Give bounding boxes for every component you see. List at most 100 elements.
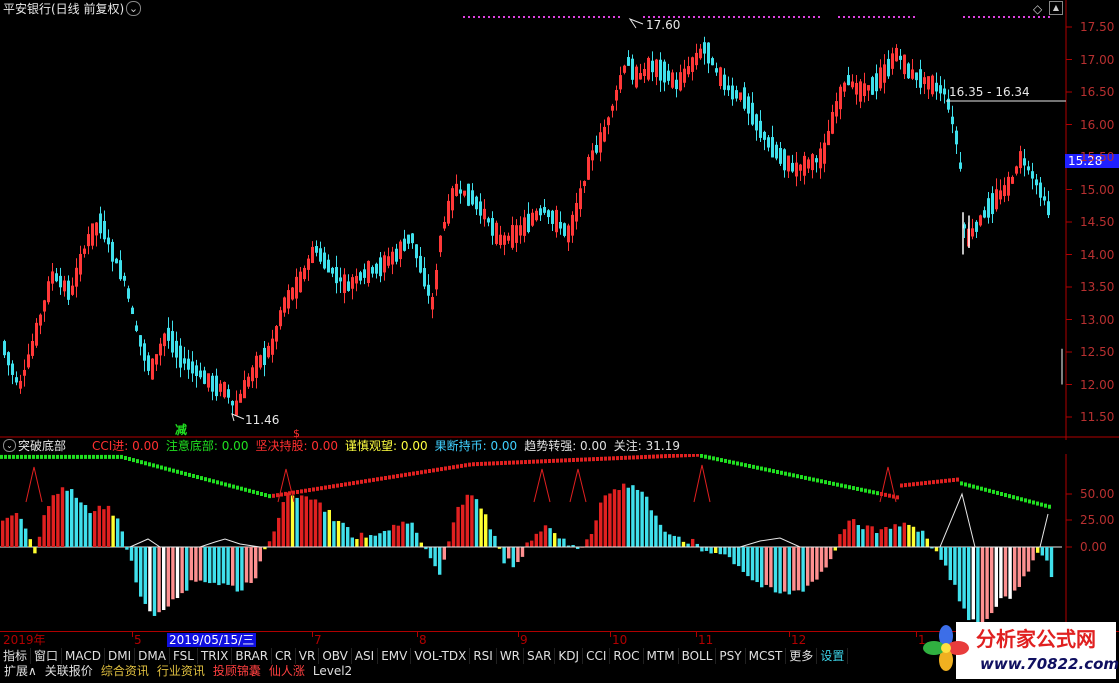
trend-dot [640, 455, 643, 460]
indicator-button-sar[interactable]: SAR [524, 647, 556, 664]
indicator-button-设置[interactable]: 设置 [817, 647, 849, 664]
indicator-button-dma[interactable]: DMA [135, 647, 170, 664]
chart-dropdown-icon[interactable]: ⌄ [126, 1, 141, 16]
indicator-button-roc[interactable]: ROC [610, 647, 644, 664]
month-tick [132, 632, 133, 637]
candle [215, 368, 218, 401]
indicator-button-mtm[interactable]: MTM [644, 647, 679, 664]
trend-dot [600, 456, 603, 461]
trend-dot [400, 473, 403, 478]
candlestick-chart[interactable] [0, 0, 1119, 440]
indicator-button-窗口[interactable]: 窗口 [31, 647, 63, 664]
indicator-bar [787, 547, 791, 595]
trend-dot [352, 481, 355, 486]
indicator-button-dmi[interactable]: DMI [105, 647, 136, 664]
indicator-bar [290, 495, 295, 547]
collapse-icon[interactable]: ⌄ [3, 439, 16, 452]
bottom-tab-2[interactable]: 综合资讯 [97, 664, 153, 679]
indicator-button-trix[interactable]: TRIX [198, 647, 233, 664]
signal-dot [463, 16, 465, 18]
indicator-bar [534, 533, 538, 547]
indicator-button-asi[interactable]: ASI [352, 647, 379, 664]
bottom-tab-1[interactable]: 关联报价 [41, 664, 97, 679]
indicator-bar [258, 547, 262, 562]
candle [919, 59, 922, 95]
indicator-bar [842, 529, 847, 547]
indicator-bar [1008, 547, 1012, 599]
indicator-bar [806, 547, 810, 586]
candle [47, 276, 50, 305]
price-tick-label: 16.00 [1080, 117, 1115, 132]
trend-dot [424, 469, 427, 474]
indicator-button-cr[interactable]: CR [272, 647, 296, 664]
indicator-bar [649, 510, 653, 547]
indicator-bar [474, 499, 479, 547]
signal-dot [683, 16, 685, 18]
bottom-tab-5[interactable]: 仙人涨 [265, 664, 309, 679]
indicator-button-rsi[interactable]: RSI [470, 647, 497, 664]
trend-dot [252, 489, 255, 494]
bottom-tab-0[interactable]: 扩展∧ [0, 664, 41, 679]
indicator-button-obv[interactable]: OBV [319, 647, 352, 664]
trend-dot [860, 487, 863, 492]
indicator-bar [185, 547, 189, 591]
indicator-bar [870, 526, 874, 547]
signal-dot [903, 16, 905, 18]
diamond-icon[interactable]: ◇ [1033, 2, 1042, 16]
signal-dot [563, 16, 565, 18]
candle [283, 296, 286, 317]
scroll-up-icon[interactable]: ▲ [1049, 1, 1063, 15]
trend-dot [836, 482, 839, 487]
trend-dot [612, 456, 615, 461]
trend-dot [248, 488, 251, 493]
trend-dot [232, 484, 235, 489]
trend-dot [960, 481, 963, 486]
candle [715, 62, 718, 76]
candle [951, 105, 954, 134]
bottom-tab-3[interactable]: 行业资讯 [153, 664, 209, 679]
indicator-button-指标[interactable]: 指标 [0, 647, 32, 664]
indicator-button-brar[interactable]: BRAR [232, 647, 273, 664]
trend-dot [144, 461, 147, 466]
signal-dot [703, 16, 705, 18]
indicator-chart[interactable] [0, 454, 1119, 631]
signal-dot [548, 16, 550, 18]
trend-dot [772, 469, 775, 474]
indicator-button-cci[interactable]: CCI [583, 647, 611, 664]
indicator-button-psy[interactable]: PSY [716, 647, 746, 664]
candle [587, 154, 590, 180]
candle [255, 351, 258, 389]
indicator-bar [962, 547, 966, 609]
indicator-button-boll[interactable]: BOLL [679, 647, 717, 664]
candle [63, 275, 66, 297]
bottom-tab-6[interactable]: Level2 [309, 664, 356, 679]
indicator-button-更多[interactable]: 更多 [786, 647, 818, 664]
signal-dot [978, 16, 980, 18]
indicator-bar [553, 533, 557, 547]
trend-dot [384, 475, 387, 480]
indicator-bar [470, 495, 474, 547]
trend-dot [692, 454, 695, 457]
indicator-bar [346, 527, 350, 547]
bottom-tab-4[interactable]: 投顾锦囊 [209, 664, 265, 679]
trend-dot [304, 488, 307, 493]
candle [699, 43, 702, 60]
indicator-button-wr[interactable]: WR [497, 647, 525, 664]
indicator-button-fsl[interactable]: FSL [170, 647, 198, 664]
indicator-bar [286, 492, 290, 547]
trend-dot [596, 456, 599, 461]
candle [759, 110, 762, 142]
signal-dot [698, 16, 700, 18]
indicator-name[interactable]: 突破底部 [18, 439, 66, 453]
indicator-bar [833, 547, 837, 551]
indicator-button-vol-tdx[interactable]: VOL-TDX [411, 647, 471, 664]
indicator-bar [364, 537, 368, 547]
signal-dot [718, 16, 720, 18]
indicator-button-kdj[interactable]: KDJ [555, 647, 584, 664]
indicator-button-vr[interactable]: VR [296, 647, 320, 664]
indicator-bar [557, 538, 561, 547]
indicator-button-emv[interactable]: EMV [378, 647, 412, 664]
candle [779, 141, 782, 167]
indicator-button-macd[interactable]: MACD [62, 647, 106, 664]
indicator-button-mcst[interactable]: MCST [746, 647, 787, 664]
